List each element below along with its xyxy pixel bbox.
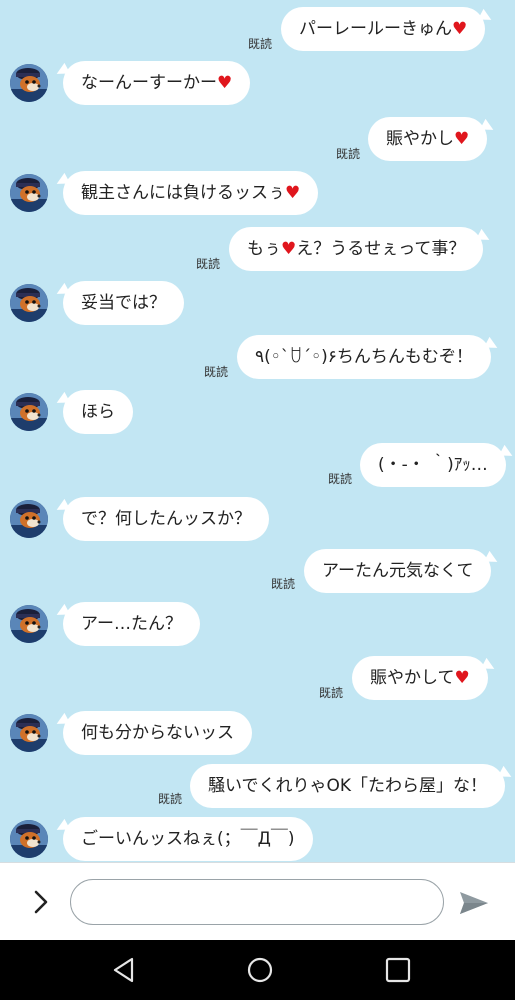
message-text: ٩(◦`ꇴ´◦)۶ちんちんもむぞ！ [255,347,473,367]
read-receipt: 既読 [196,257,221,271]
message-text: 何も分からないッス [81,723,234,743]
message-bubble-sent[interactable]: アーたん元気なくて [304,549,492,593]
recents-square-icon[interactable] [383,955,413,985]
message-bubble-received[interactable]: ごーいんッスねぇ(；￣Д￣) [63,817,313,861]
message-bubble-sent[interactable]: 騒いでくれりゃOK「たわら屋」な！ [190,764,506,808]
avatar[interactable] [10,64,48,102]
message-bubble-received[interactable]: 観主さんには負けるッスぅ♥ [63,171,319,215]
avatar-image [10,174,48,212]
read-receipt: 既読 [319,686,344,700]
message-text: もぅ [247,239,281,259]
message-text: で？何したんッスか？ [81,509,251,529]
message-bubble-sent[interactable]: 賑やかして♥ [352,656,488,700]
read-receipt: 既読 [248,37,273,51]
avatar[interactable] [10,500,48,538]
avatar-image [10,393,48,431]
home-circle-icon[interactable] [245,955,275,985]
heart-emoji: ♥ [281,239,297,259]
message-text: え？うるせぇって事？ [296,239,466,259]
message-input-bar [0,862,515,941]
send-icon[interactable] [458,890,490,916]
message-bubble-sent[interactable]: ٩(◦`ꇴ´◦)۶ちんちんもむぞ！ [237,335,491,379]
message-bubble-received[interactable]: ほら [63,390,133,434]
message-bubble-received[interactable]: で？何したんッスか？ [63,497,269,541]
message-text: ごーいんッスねぇ(；￣Д￣) [81,829,295,849]
message-text: 賑やかして [370,668,455,688]
message-text: 賑やかし [386,129,454,149]
avatar-image [10,284,48,322]
avatar[interactable] [10,714,48,752]
avatar-image [10,714,48,752]
message-text: アーたん元気なくて [322,561,474,581]
heart-emoji: ♥ [452,19,468,39]
avatar[interactable] [10,284,48,322]
message-bubble-sent[interactable]: もぅ♥え？うるせぇって事？ [229,227,484,271]
message-text: (・-・ ｀)ｱｯ… [378,455,488,475]
system-navigation-bar [0,940,515,1000]
message-bubble-sent[interactable]: (・-・ ｀)ｱｯ… [360,443,506,487]
avatar[interactable] [10,820,48,858]
message-text: ほら [81,402,115,422]
avatar[interactable] [10,393,48,431]
message-bubble-received[interactable]: 何も分からないッス [63,711,252,755]
message-text: 観主さんには負けるッスぅ [81,183,285,203]
heart-emoji: ♥ [454,668,470,688]
message-bubble-sent[interactable]: 賑やかし♥ [368,117,488,161]
message-text: 妥当では？ [81,293,166,313]
avatar[interactable] [10,605,48,643]
heart-emoji: ♥ [217,73,233,93]
chat-area: 既読 パーレールーきゅん♥ なーんーすーかー♥ 既読 賑やかし♥ 観主さんには負… [0,0,515,862]
message-bubble-received[interactable]: アー…たん？ [63,602,200,646]
back-triangle-icon[interactable] [110,955,140,985]
read-receipt: 既読 [158,792,183,806]
message-bubble-received[interactable]: なーんーすーかー♥ [63,61,251,105]
avatar-image [10,500,48,538]
message-input[interactable] [70,879,444,925]
read-receipt: 既読 [271,577,296,591]
message-text: アー…たん？ [81,614,182,634]
message-text: なーんーすーかー [81,73,217,93]
heart-emoji: ♥ [285,183,301,203]
avatar-image [10,64,48,102]
avatar-image [10,605,48,643]
message-bubble-received[interactable]: 妥当では？ [63,281,184,325]
message-text: パーレールーきゅん [299,19,452,39]
message-text: 騒いでくれりゃOK「たわら屋」な！ [208,776,488,796]
message-bubble-sent[interactable]: パーレールーきゅん♥ [281,7,486,51]
avatar-image [10,820,48,858]
read-receipt: 既読 [328,472,353,486]
avatar[interactable] [10,174,48,212]
read-receipt: 既読 [336,147,361,161]
heart-emoji: ♥ [454,129,470,149]
read-receipt: 既読 [204,365,229,379]
chevron-right-icon[interactable] [26,887,56,917]
